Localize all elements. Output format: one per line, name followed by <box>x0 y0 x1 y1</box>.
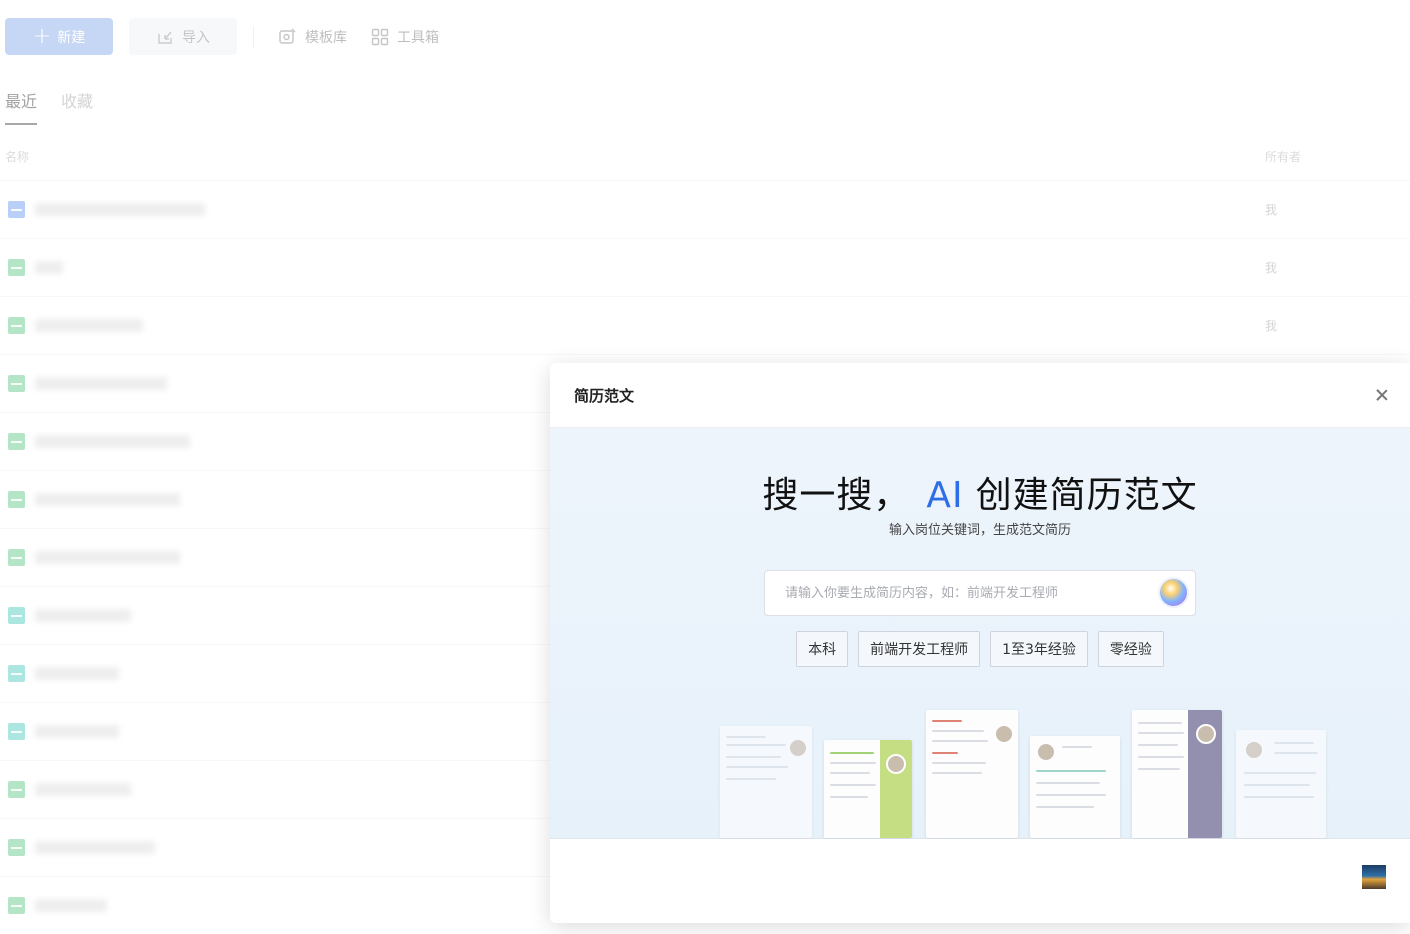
plus-icon: + <box>32 23 52 49</box>
keyword-chips: 本科 前端开发工程师 1至3年经验 零经验 <box>550 631 1410 667</box>
chip-bachelor[interactable]: 本科 <box>796 631 849 667</box>
ai-resume-hero: 搜一搜， AI 创建简历范文 输入岗位关键词，生成范文简历 本科 前端开发工程师 1… <box>550 428 1410 839</box>
file-name-redacted <box>35 609 131 622</box>
sheet-file-icon <box>8 375 25 392</box>
toolbar: + 新建 导入 模板库 工具箱 <box>5 18 439 55</box>
file-name-redacted <box>35 435 190 448</box>
new-button-label: 新建 <box>57 29 86 46</box>
mindmap-file-icon <box>8 665 25 682</box>
import-icon <box>158 31 172 44</box>
resume-sample-dialog: 简历范文 搜一搜， AI 创建简历范文 输入岗位关键词，生成范文简历 本科 前端开发… <box>550 363 1410 923</box>
template-library-label: 模板库 <box>305 29 347 46</box>
file-name-redacted <box>35 203 205 216</box>
new-button[interactable]: + 新建 <box>5 18 113 55</box>
template-icon <box>279 28 296 44</box>
dialog-title: 简历范文 <box>574 387 635 405</box>
dialog-header: 简历范文 <box>550 363 1410 428</box>
toolbox-button[interactable]: 工具箱 <box>371 27 439 47</box>
import-button-label: 导入 <box>182 29 210 46</box>
resume-preview-card <box>1236 730 1326 838</box>
file-name-redacted <box>35 841 155 854</box>
sheet-file-icon <box>8 491 25 508</box>
sheet-file-icon <box>8 433 25 450</box>
chip-frontend-engineer[interactable]: 前端开发工程师 <box>858 631 981 667</box>
mindmap-file-icon <box>8 723 25 740</box>
file-row[interactable]: 我 <box>0 238 1410 296</box>
sheet-file-icon <box>8 839 25 856</box>
resume-preview-card <box>824 740 912 838</box>
toolbar-divider <box>253 25 254 48</box>
hero-subtitle: 输入岗位关键词，生成范文简历 <box>888 523 1071 538</box>
sheet-file-icon <box>8 317 25 334</box>
file-owner: 我 <box>1265 261 1278 275</box>
import-button[interactable]: 导入 <box>129 18 237 55</box>
sheet-file-icon <box>8 549 25 566</box>
tab-recent[interactable]: 最近 <box>5 88 38 125</box>
file-name-redacted <box>35 667 119 680</box>
file-name-redacted <box>35 551 180 564</box>
column-header-owner[interactable]: 所有者 <box>1265 148 1301 165</box>
file-row[interactable]: 我 <box>0 296 1410 354</box>
resume-search-box <box>764 570 1196 616</box>
headline-suffix: 创建简历范文 <box>975 475 1198 516</box>
file-owner: 我 <box>1265 203 1278 217</box>
toolbox-label: 工具箱 <box>397 29 439 46</box>
file-name-redacted <box>35 377 167 390</box>
sheet-file-icon <box>8 259 25 276</box>
sheet-file-icon <box>8 781 25 798</box>
column-header-name[interactable]: 名称 <box>5 148 29 165</box>
resume-preview-card <box>720 726 812 838</box>
chip-1-3-years[interactable]: 1至3年经验 <box>990 631 1088 667</box>
file-owner: 我 <box>1265 319 1278 333</box>
file-tabs: 最近 收藏 <box>5 88 93 125</box>
dialog-footer <box>550 839 1410 923</box>
file-name-redacted <box>35 725 119 738</box>
grid-icon <box>371 28 389 45</box>
chip-no-experience[interactable]: 零经验 <box>1097 631 1164 667</box>
resume-preview-card <box>926 710 1018 838</box>
sheet-file-icon <box>8 897 25 914</box>
file-name-redacted <box>35 261 63 274</box>
thumbnail-image[interactable] <box>1362 865 1386 889</box>
file-name-redacted <box>35 899 107 912</box>
headline-prefix: 搜一搜， <box>762 475 911 516</box>
file-name-redacted <box>35 493 180 506</box>
resume-search-input[interactable] <box>765 571 1167 615</box>
resume-preview-strip <box>720 706 1340 838</box>
tab-favorites[interactable]: 收藏 <box>61 88 93 125</box>
ai-orb-icon[interactable] <box>1160 579 1187 606</box>
headline-ai: AI <box>926 475 964 516</box>
file-row[interactable]: 我 <box>0 180 1410 238</box>
resume-preview-card <box>1132 710 1222 838</box>
doc-file-icon <box>8 201 25 218</box>
file-name-redacted <box>35 783 131 796</box>
close-icon[interactable] <box>1372 385 1392 405</box>
file-name-redacted <box>35 319 143 332</box>
hero-headline: 搜一搜， AI 创建简历范文 <box>550 466 1410 518</box>
resume-preview-card <box>1030 736 1120 838</box>
mindmap-file-icon <box>8 607 25 624</box>
template-library-button[interactable]: 模板库 <box>278 27 347 47</box>
